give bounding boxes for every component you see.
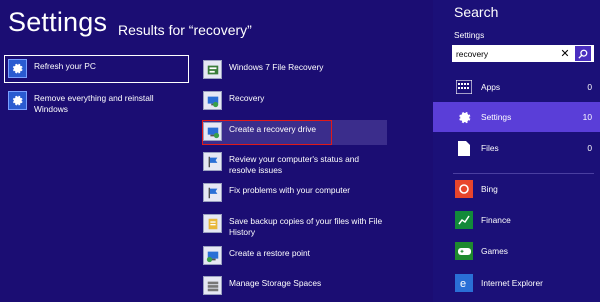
apps-icon (455, 78, 473, 96)
gear-icon (455, 108, 473, 126)
bing-icon (455, 180, 473, 198)
result-windows7-file-recovery[interactable]: Windows 7 File Recovery (203, 60, 387, 79)
games-icon (455, 242, 473, 260)
file-history-icon (203, 214, 222, 233)
gear-icon (8, 59, 27, 78)
app-label: Games (481, 246, 508, 256)
category-count: 0 (587, 82, 592, 92)
result-label: Refresh your PC (34, 61, 96, 71)
app-label: Bing (481, 184, 498, 194)
troubleshoot-flag-icon (203, 183, 222, 202)
app-internet-explorer[interactable]: e Internet Explorer (433, 270, 600, 296)
svg-text:e: e (460, 278, 466, 289)
search-pane: Search Settings ✕ Apps 0 Settings 10 Fil… (433, 0, 600, 302)
app-label: Internet Explorer (481, 278, 543, 288)
app-label: Finance (481, 215, 511, 225)
result-label: Remove everything and reinstall Windows (34, 93, 154, 114)
highlight-outline (202, 120, 332, 145)
results-panel: Settings Results for “recovery” Refresh … (0, 0, 433, 302)
category-settings[interactable]: Settings 10 (433, 102, 600, 132)
result-fix-problems[interactable]: Fix problems with your computer (203, 183, 387, 202)
result-label: Create a restore point (229, 248, 311, 258)
app-games[interactable]: Games (433, 238, 600, 264)
recovery-icon (203, 91, 222, 110)
category-count: 10 (582, 112, 592, 122)
internet-explorer-icon: e (455, 274, 473, 292)
category-apps[interactable]: Apps 0 (433, 72, 600, 102)
result-refresh-pc[interactable]: Refresh your PC (4, 55, 189, 83)
category-files[interactable]: Files 0 (433, 133, 600, 163)
result-label: Review your computer's status and resolv… (229, 154, 360, 175)
gear-icon (8, 91, 27, 110)
result-label: Recovery (229, 93, 265, 103)
result-review-status[interactable]: Review your computer's status and resolv… (203, 152, 387, 176)
results-caption: Results for “recovery” (118, 22, 252, 38)
storage-spaces-icon (203, 276, 222, 295)
app-bing[interactable]: Bing (433, 176, 600, 202)
search-title: Search (454, 4, 499, 20)
result-label: Save backup copies of your files with Fi… (229, 216, 383, 237)
divider (453, 173, 594, 174)
result-recovery[interactable]: Recovery (203, 91, 387, 110)
file-icon (455, 139, 473, 157)
finance-icon (455, 211, 473, 229)
search-input[interactable] (452, 46, 556, 61)
category-label: Apps (481, 82, 501, 92)
search-box: ✕ (452, 45, 594, 62)
file-recovery-icon (203, 60, 222, 79)
app-finance[interactable]: Finance (433, 207, 600, 233)
search-scope: Settings (454, 30, 485, 40)
result-label: Manage Storage Spaces (229, 278, 322, 288)
result-restore-point[interactable]: Create a restore point (203, 246, 387, 265)
result-file-history[interactable]: Save backup copies of your files with Fi… (203, 214, 387, 238)
category-count: 0 (587, 143, 592, 153)
result-reinstall-windows[interactable]: Remove everything and reinstall Windows (4, 87, 189, 115)
restore-point-icon (203, 246, 222, 265)
category-label: Settings (481, 112, 512, 122)
clear-icon[interactable]: ✕ (558, 46, 572, 61)
search-icon[interactable] (575, 46, 591, 61)
result-storage-spaces[interactable]: Manage Storage Spaces (203, 276, 387, 295)
action-center-flag-icon (203, 152, 222, 171)
page-title: Settings (8, 7, 108, 37)
result-label: Windows 7 File Recovery (229, 62, 324, 72)
category-label: Files (481, 143, 499, 153)
result-label: Fix problems with your computer (229, 185, 351, 195)
